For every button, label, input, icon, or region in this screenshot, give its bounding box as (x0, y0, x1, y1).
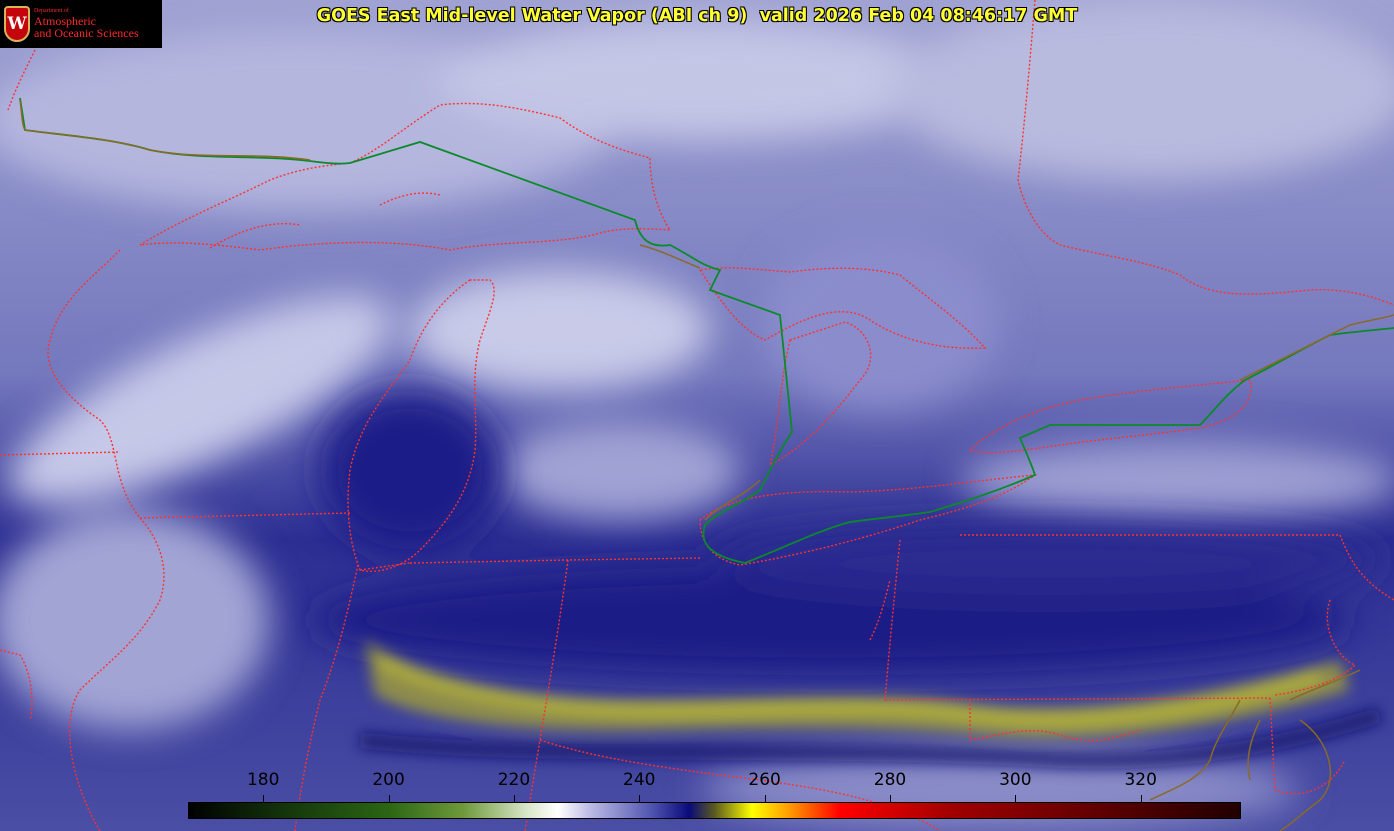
colorbar-tick-mark (263, 795, 265, 802)
colorbar-tick-mark (513, 795, 515, 802)
colorbar-tick-label: 240 (623, 770, 656, 790)
colorbar-tick-label: 200 (372, 770, 405, 790)
colorbar-tick-label: 180 (246, 770, 280, 790)
colorbar-tick-label: 280 (873, 770, 907, 790)
colorbar-tick-label: 220 (497, 770, 531, 790)
colorbar (188, 802, 1241, 819)
logo-line-2: and Oceanic Sciences (34, 26, 139, 41)
colorbar-tick-label: 300 (999, 770, 1032, 790)
colorbar-tick-mark (1140, 795, 1142, 802)
image-title: GOES East Mid-level Water Vapor (ABI ch … (316, 6, 1078, 26)
colorbar-tick-mark (388, 795, 390, 802)
water-vapor-map (0, 0, 1394, 831)
colorbar-tick-mark (639, 795, 641, 802)
colorbar-tick-label: 320 (1124, 770, 1157, 790)
colorbar-tick-label: 260 (748, 770, 781, 790)
colorbar-tick-mark (764, 795, 766, 802)
colorbar-tick-mark (890, 795, 891, 802)
colorbar-tick-mark (1015, 795, 1017, 802)
